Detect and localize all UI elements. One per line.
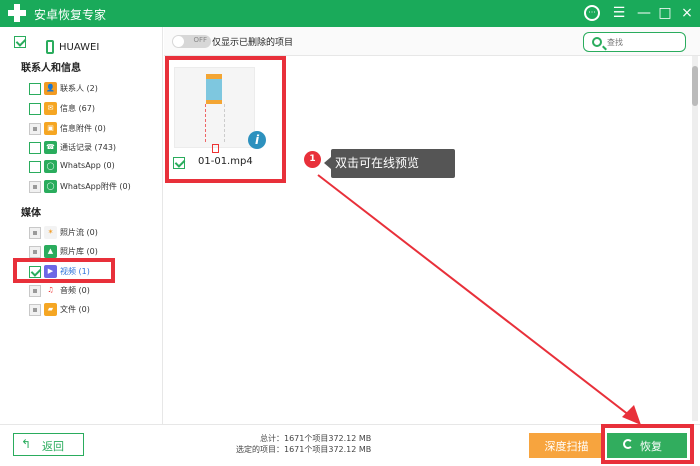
photo-library-icon: ▲ (44, 245, 57, 258)
sidebar-item-contacts[interactable]: 👤 联系人 (2) (29, 81, 159, 97)
sidebar-item-files[interactable]: ▰ 文件 (0) (29, 302, 159, 318)
sidebar-item-whatsapp-attachments[interactable]: ◯ WhatsApp附件 (0) (29, 179, 159, 195)
checkbox[interactable] (29, 246, 41, 258)
stats-selected: 选定的项目：1671个项目372.12 MB (236, 445, 372, 454)
maximize-icon[interactable]: □ (655, 3, 675, 23)
deleted-only-toggle[interactable]: OFF (172, 35, 211, 48)
item-label: 通话记录 (743) (60, 143, 117, 152)
sidebar-item-whatsapp[interactable]: ◯ WhatsApp (0) (29, 159, 159, 175)
checkbox[interactable] (29, 103, 41, 115)
scroll-down-icon[interactable] (692, 412, 698, 418)
app-window: 安卓恢复专家 ··· ☰ — □ × HUAWEI 联系人和信息 👤 联系人 (2… (0, 0, 700, 466)
checkbox[interactable] (29, 304, 41, 316)
selection-stats: 总计：1671个项目372.12 MB 选定的项目：1671个项目372.12 … (236, 433, 371, 455)
item-label: 联系人 (2) (60, 84, 98, 93)
back-label: 返回 (42, 441, 64, 453)
minimize-icon[interactable]: — (634, 3, 654, 23)
device-name: HUAWEI (59, 42, 100, 53)
section-contacts-title: 联系人和信息 (21, 63, 81, 74)
device-checkbox[interactable] (14, 36, 26, 48)
file-highlight-box (165, 56, 286, 183)
checkbox[interactable] (29, 83, 41, 95)
item-label: 音频 (0) (60, 286, 90, 295)
window-title: 安卓恢复专家 (34, 8, 107, 22)
step-badge: 1 (304, 151, 321, 168)
phone-call-icon: ☎ (44, 141, 57, 154)
back-arrow-icon: ↰ (21, 437, 32, 451)
section-media-title: 媒体 (21, 208, 41, 219)
phone-icon (46, 40, 54, 54)
deep-scan-button[interactable]: 深度扫描 (529, 433, 604, 458)
back-button[interactable]: ↰ 返回 (13, 433, 84, 456)
sidebar-item-messages[interactable]: ✉ 信息 (67) (29, 101, 159, 117)
message-icon: ✉ (44, 102, 57, 115)
sidebar-item-message-attachments[interactable]: ▣ 信息附件 (0) (29, 121, 159, 137)
folder-icon: ▰ (44, 303, 57, 316)
video-highlight-box (13, 258, 115, 283)
filter-bar: OFF 仅显示已删除的项目 (164, 27, 700, 56)
toggle-label: 仅显示已删除的项目 (212, 38, 294, 48)
item-label: 文件 (0) (60, 305, 90, 314)
app-logo-icon (8, 4, 26, 22)
close-icon[interactable]: × (677, 3, 697, 23)
search-input[interactable] (607, 34, 683, 50)
whatsapp-icon: ◯ (44, 160, 57, 173)
photo-stream-icon: ✶ (44, 226, 57, 239)
checkbox[interactable] (29, 123, 41, 135)
preview-callout: 双击可在线预览 (324, 149, 455, 178)
stats-total: 总计：1671个项目372.12 MB (260, 434, 372, 443)
vertical-scrollbar[interactable] (692, 56, 698, 421)
item-label: 照片库 (0) (60, 247, 98, 256)
contacts-icon: 👤 (44, 82, 57, 95)
menu-icon[interactable]: ☰ (609, 3, 629, 23)
item-label: WhatsApp附件 (0) (60, 182, 131, 191)
item-label: 照片流 (0) (60, 228, 98, 237)
sidebar-item-photo-stream[interactable]: ✶ 照片流 (0) (29, 225, 159, 241)
toggle-state: OFF (193, 36, 207, 44)
checkbox[interactable] (29, 285, 41, 297)
scroll-up-icon[interactable] (692, 56, 698, 62)
audio-icon: ♫ (44, 284, 57, 297)
search-box[interactable] (583, 32, 686, 52)
sidebar-item-calls[interactable]: ☎ 通话记录 (743) (29, 140, 159, 156)
chat-icon[interactable]: ··· (582, 3, 602, 23)
item-label: 信息 (67) (60, 104, 95, 113)
checkbox[interactable] (29, 227, 41, 239)
whatsapp-attachment-icon: ◯ (44, 180, 57, 193)
search-icon (592, 37, 602, 47)
checkbox[interactable] (29, 142, 41, 154)
sidebar: HUAWEI 联系人和信息 👤 联系人 (2) ✉ 信息 (67) ▣ 信息附件 (0… (0, 27, 163, 424)
item-label: 信息附件 (0) (60, 124, 106, 133)
bottom-bar: ↰ 返回 总计：1671个项目372.12 MB 选定的项目：1671个项目372… (0, 424, 700, 466)
attachment-icon: ▣ (44, 122, 57, 135)
checkbox[interactable] (29, 181, 41, 193)
item-label: WhatsApp (0) (60, 161, 115, 170)
recover-highlight-box (601, 424, 694, 464)
title-bar: 安卓恢复专家 ··· ☰ — □ × (0, 0, 700, 27)
checkbox[interactable] (29, 161, 41, 173)
sidebar-item-audio[interactable]: ♫ 音频 (0) (29, 283, 159, 299)
